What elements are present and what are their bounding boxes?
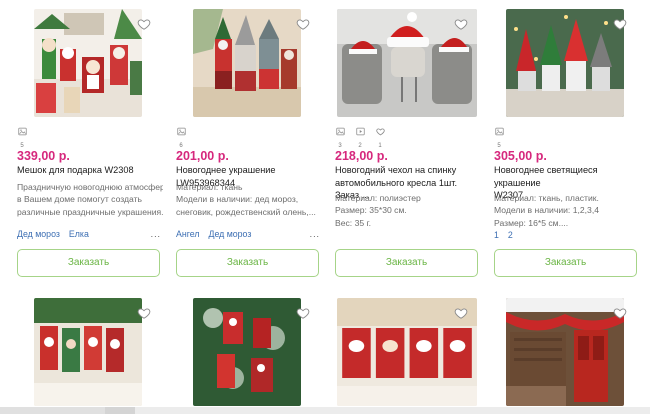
favorite-heart-icon[interactable] [454, 17, 468, 31]
favorite-heart-icon[interactable] [296, 17, 310, 31]
christmas-tree-stockings-photo[interactable] [193, 298, 301, 406]
stockings-on-mantel-photo[interactable] [34, 298, 142, 406]
favorite-heart-icon[interactable] [296, 306, 310, 320]
favorite-heart-icon[interactable] [137, 17, 151, 31]
product-card[interactable] [16, 0, 162, 406]
product-card[interactable] [175, 0, 321, 406]
product-grid: 5 339,00 р. Мешок для подарка W2308 Праз… [0, 0, 650, 414]
product-card[interactable] [334, 0, 480, 406]
horizontal-scrollbar[interactable] [0, 407, 650, 414]
favorite-heart-icon[interactable] [613, 17, 627, 31]
favorite-heart-icon[interactable] [454, 306, 468, 320]
favorite-heart-icon[interactable] [613, 306, 627, 320]
favorite-heart-icon[interactable] [137, 306, 151, 320]
door-decoration-photo[interactable] [506, 298, 624, 406]
product-card[interactable] [493, 0, 639, 406]
